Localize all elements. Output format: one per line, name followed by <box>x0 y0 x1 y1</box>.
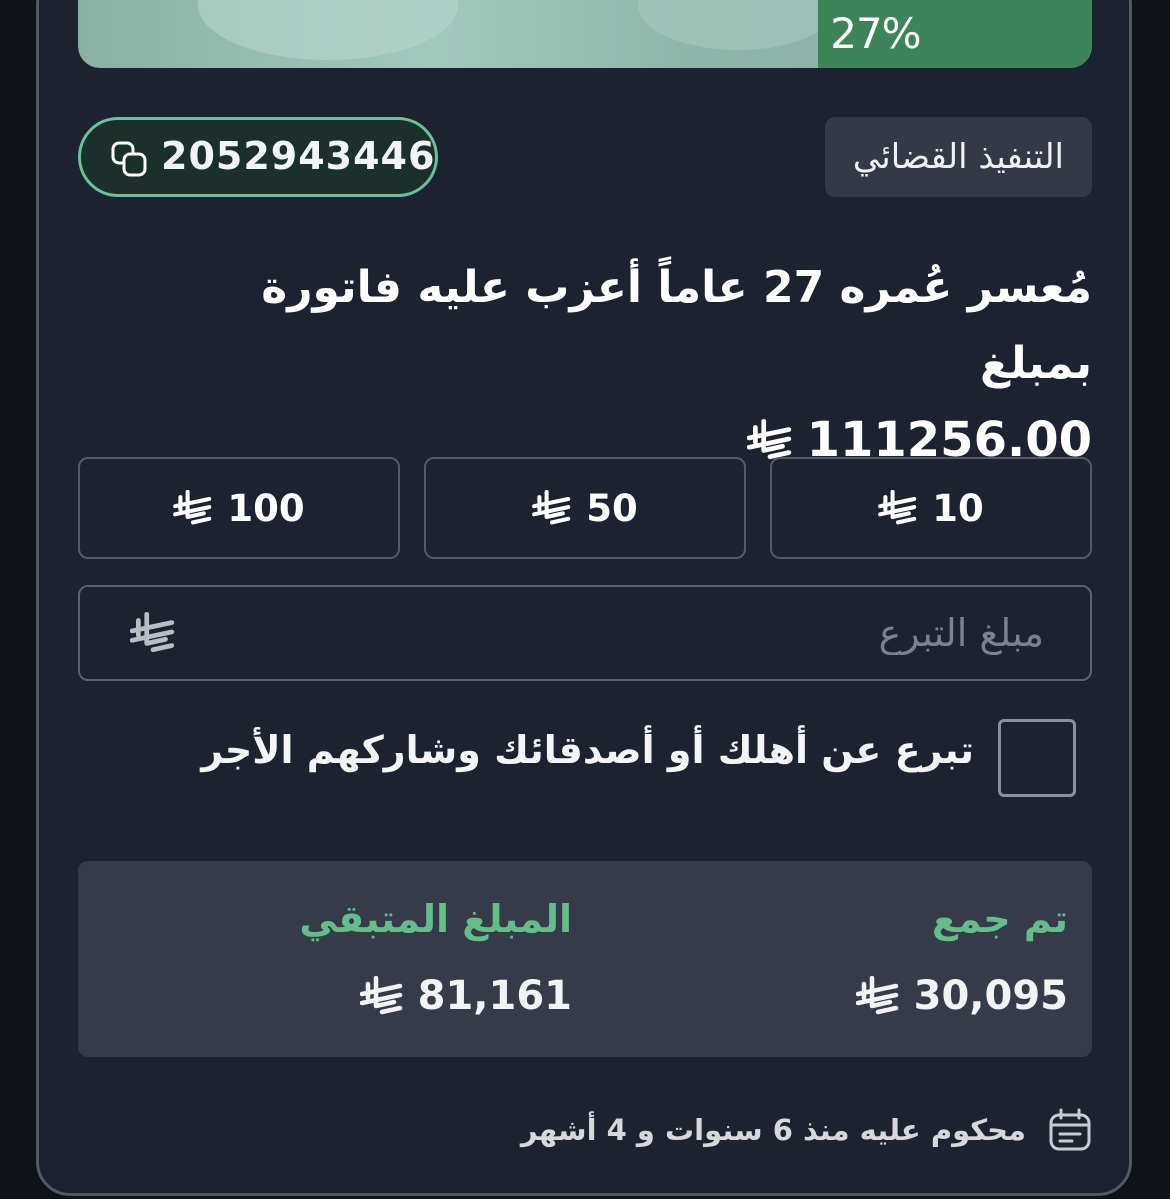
calendar-icon <box>1049 1108 1091 1151</box>
saudi-riyal-icon <box>360 976 404 1016</box>
sentence-duration: محكوم عليه منذ 6 سنوات و 4 أشهر <box>521 1108 1092 1152</box>
quick-amount-10-button[interactable]: 10 <box>770 457 1092 559</box>
saudi-riyal-icon <box>878 490 918 526</box>
donation-stats-panel: تم جمع 30,095 المبلغ المتبقي 81,161 <box>78 861 1092 1057</box>
remaining-label: المبلغ المتبقي <box>299 897 572 941</box>
quick-amount-label: 50 <box>586 486 638 530</box>
copy-case-id-button[interactable]: 2052943446 <box>78 117 438 197</box>
saudi-riyal-icon <box>173 490 213 526</box>
sentence-duration-text: محكوم عليه منذ 6 سنوات و 4 أشهر <box>520 1113 1026 1147</box>
saudi-riyal-icon <box>856 976 900 1016</box>
remaining-value: 81,161 <box>417 973 572 1019</box>
saudi-riyal-icon <box>130 612 176 654</box>
case-title: مُعسر عُمره 27 عاماً أعزب عليه فاتورة بم… <box>150 250 1092 478</box>
image-blur-shape <box>638 0 838 50</box>
quick-amount-50-button[interactable]: 50 <box>424 457 746 559</box>
gift-donation-label: تبرع عن أهلك أو أصدقائك وشاركهم الأجر <box>201 728 974 772</box>
saudi-riyal-icon <box>747 419 793 461</box>
remaining-amount: 81,161 <box>360 973 572 1019</box>
quick-amount-label: 10 <box>932 486 984 530</box>
gift-donation-checkbox[interactable] <box>998 719 1076 797</box>
case-id: 2052943446 <box>161 134 436 178</box>
image-blur-shape <box>198 0 458 60</box>
collected-amount: 30,095 <box>856 973 1068 1019</box>
progress-percent: 27% <box>830 8 921 58</box>
case-image: 27% <box>78 0 1092 68</box>
quick-amount-100-button[interactable]: 100 <box>78 457 400 559</box>
progress-bar-fill: 27% <box>818 0 1092 68</box>
category-tag: التنفيذ القضائي <box>824 117 1092 197</box>
case-title-text: مُعسر عُمره 27 عاماً أعزب عليه فاتورة بم… <box>261 262 1092 389</box>
donation-amount-input[interactable] <box>78 585 1092 681</box>
quick-amount-label: 100 <box>227 486 305 530</box>
collected-value: 30,095 <box>913 973 1068 1019</box>
saudi-riyal-icon <box>532 490 572 526</box>
copy-icon <box>111 141 147 177</box>
collected-label: تم جمع <box>931 897 1068 941</box>
